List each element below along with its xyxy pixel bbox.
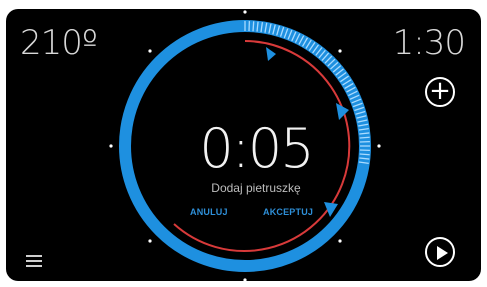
dial-dot (377, 144, 381, 148)
menu-icon[interactable] (26, 255, 42, 267)
dial-dot (338, 49, 342, 53)
plus-icon: + (429, 75, 451, 106)
dial-dot (109, 144, 113, 148)
timer-remaining: 0:05 (199, 117, 314, 180)
menu-line (26, 260, 42, 262)
oven-display-screen: 210º 1:30 + 0:05 Dodaj pietruszkę ANULUJ… (6, 9, 481, 281)
progress-tick (252, 21, 255, 32)
temperature-readout: 210º (20, 23, 98, 63)
dial-dot (148, 49, 152, 53)
arc-marker-right[interactable] (336, 103, 349, 120)
arc-marker-top[interactable] (266, 47, 276, 61)
menu-line (26, 255, 42, 257)
add-button[interactable]: + (425, 77, 455, 107)
progress-tick (359, 136, 370, 139)
play-button[interactable] (425, 237, 455, 267)
dial-dot (243, 10, 247, 14)
dial-dot (243, 278, 247, 281)
step-instruction: Dodaj pietruszkę (211, 181, 301, 195)
arc-marker-bottom[interactable] (324, 202, 338, 217)
cancel-button[interactable]: ANULUJ (190, 207, 228, 217)
total-time-readout: 1:30 (392, 23, 466, 63)
menu-line (26, 265, 42, 267)
dial-dot (148, 239, 152, 243)
progress-tick (359, 153, 370, 156)
accept-button[interactable]: AKCEPTUJ (263, 207, 313, 217)
dial-dot (338, 239, 342, 243)
